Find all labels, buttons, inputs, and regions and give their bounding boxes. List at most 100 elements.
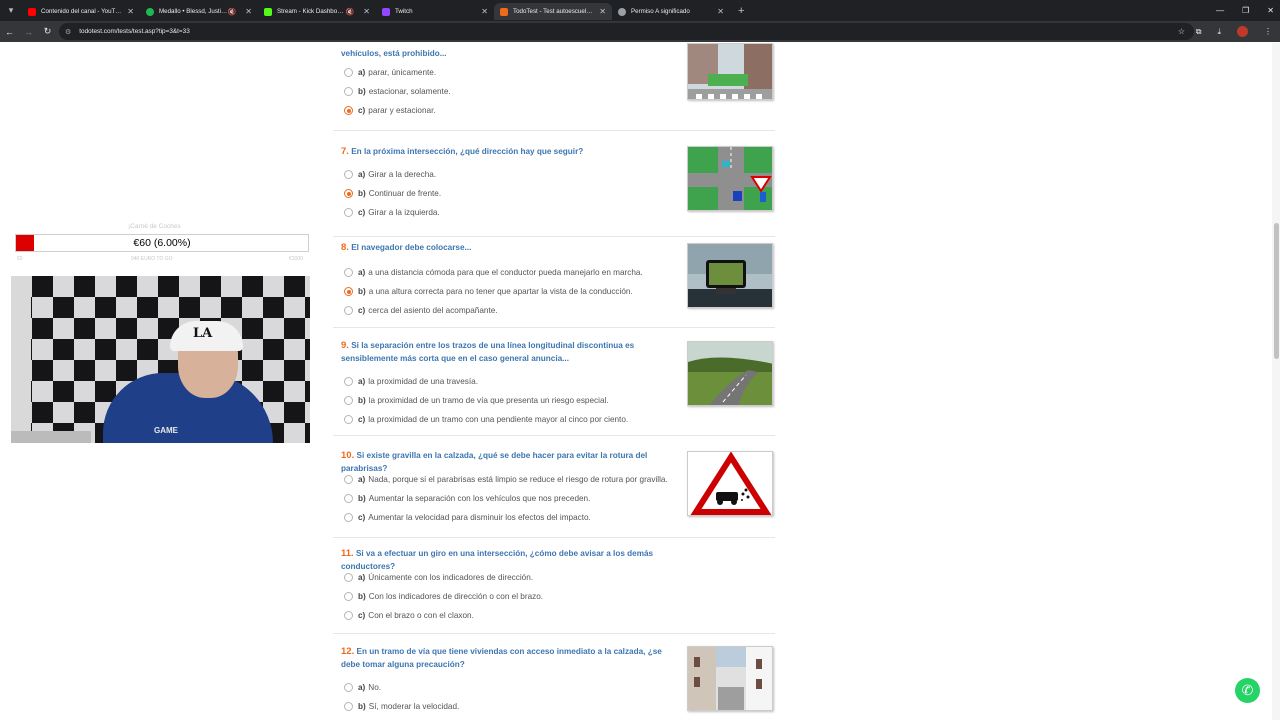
- extensions-icon[interactable]: ⧉: [1196, 27, 1202, 37]
- answer-option[interactable]: a) parar, únicamente.: [344, 68, 436, 77]
- answer-radio[interactable]: [344, 106, 353, 115]
- answer-radio[interactable]: [344, 208, 353, 217]
- answer-option[interactable]: a) la proximidad de una travesía.: [344, 377, 478, 386]
- answer-option[interactable]: c) Aumentar la velocidad para disminuir l…: [344, 513, 591, 522]
- close-icon[interactable]: ✕: [245, 7, 252, 16]
- answer-option[interactable]: c) parar y estacionar.: [344, 106, 436, 115]
- answer-option[interactable]: b) a una altura correcta para no tener qu…: [344, 287, 633, 296]
- answer-option[interactable]: b) Sí, moderar la velocidad.: [344, 702, 459, 711]
- answer-text: Aumentar la velocidad para disminuir los…: [368, 513, 591, 522]
- answer-radio[interactable]: [344, 592, 353, 601]
- profile-avatar[interactable]: [1237, 26, 1248, 37]
- answer-text: a una distancia cómoda para que el condu…: [368, 268, 643, 277]
- question-block: 9. Si la separación entre los trazos de …: [333, 340, 775, 436]
- answer-letter: c): [358, 415, 366, 424]
- answer-option[interactable]: b) Continuar de frente.: [344, 189, 441, 198]
- question-number: 10.: [341, 450, 355, 461]
- answer-option[interactable]: c) Girar a la izquierda.: [344, 208, 440, 217]
- new-tab-icon[interactable]: +: [738, 5, 744, 17]
- answer-option[interactable]: a) Nada, porque si el parabrisas está lim…: [344, 475, 668, 484]
- intersection-diagram: [687, 146, 773, 211]
- back-icon[interactable]: ←: [0, 27, 19, 37]
- mute-icon[interactable]: 🔇: [228, 8, 237, 16]
- tab-youtube[interactable]: Contenido del canal - YouTube ✕: [22, 3, 140, 20]
- close-icon[interactable]: ✕: [481, 7, 488, 16]
- question-number: 11.: [341, 548, 354, 559]
- whatsapp-chat-button[interactable]: ✆: [1235, 678, 1260, 703]
- minimize-icon[interactable]: —: [1216, 6, 1224, 15]
- answer-option[interactable]: a) Girar a la derecha.: [344, 170, 436, 179]
- answer-letter: a): [358, 68, 366, 77]
- question-block: 11. Si va a efectuar un giro en una inte…: [333, 548, 775, 634]
- answer-radio[interactable]: [344, 415, 353, 424]
- tab-search-icon[interactable]: ▾: [0, 0, 22, 21]
- bookmark-star-icon[interactable]: ☆: [1178, 27, 1185, 36]
- question-label: Si existe gravilla en la calzada, ¿qué s…: [341, 451, 648, 473]
- url-text: todotest.com/tests/test.asp?tip=3&t=33: [79, 28, 190, 35]
- kick-icon: [264, 7, 272, 16]
- page-scrollbar[interactable]: [1272, 43, 1280, 720]
- answer-radio[interactable]: [344, 268, 353, 277]
- question-label: El navegador debe colocarse...: [351, 243, 472, 252]
- answer-option[interactable]: c) Con el brazo o con el claxon.: [344, 611, 474, 620]
- answer-option[interactable]: a) No.: [344, 683, 381, 692]
- youtube-icon: [28, 7, 36, 16]
- answer-radio[interactable]: [344, 306, 353, 315]
- answer-letter: b): [358, 287, 366, 296]
- downloads-icon[interactable]: ⤓: [1217, 27, 1221, 37]
- window-close-icon[interactable]: ✕: [1267, 6, 1274, 15]
- address-bar[interactable]: ⚙ todotest.com/tests/test.asp?tip=3&t=33…: [59, 23, 1194, 40]
- answer-option[interactable]: b) la proximidad de un tramo de vía que p…: [344, 396, 609, 405]
- maximize-icon[interactable]: ❐: [1242, 6, 1249, 15]
- answer-option[interactable]: b) Con los indicadores de dirección o con…: [344, 592, 543, 601]
- answer-option[interactable]: a) Únicamente con los indicadores de dire…: [344, 573, 533, 582]
- answer-radio[interactable]: [344, 702, 353, 711]
- question-text: 8. El navegador debe colocarse...: [341, 242, 671, 255]
- answer-letter: a): [358, 573, 366, 582]
- tab-permiso[interactable]: Permiso A significado ✕: [612, 3, 730, 20]
- answer-radio[interactable]: [344, 573, 353, 582]
- tab-spotify[interactable]: Medallo • Blessd, Justin Qu... 🔇 ✕: [140, 3, 258, 20]
- globe-icon: [618, 7, 626, 16]
- answer-radio[interactable]: [344, 377, 353, 386]
- answer-text: la proximidad de un tramo de vía que pre…: [368, 396, 609, 405]
- question-text: 12. En un tramo de vía que tiene viviend…: [341, 646, 671, 671]
- answer-radio[interactable]: [344, 475, 353, 484]
- answer-text: Continuar de frente.: [368, 189, 442, 198]
- answer-radio[interactable]: [344, 683, 353, 692]
- answer-radio[interactable]: [344, 494, 353, 503]
- scrollbar-thumb[interactable]: [1274, 223, 1279, 359]
- tab-todotest[interactable]: TodoTest - Test autoescuela gra... ✕: [494, 3, 612, 20]
- answer-option[interactable]: c) cerca del asiento del acompañante.: [344, 306, 498, 315]
- close-icon[interactable]: ✕: [127, 7, 134, 16]
- close-icon[interactable]: ✕: [363, 7, 370, 16]
- answer-text: Sí, moderar la velocidad.: [368, 702, 460, 711]
- answer-radio[interactable]: [344, 513, 353, 522]
- answer-option[interactable]: c) la proximidad de un tramo con una pend…: [344, 415, 628, 424]
- forward-icon[interactable]: →: [19, 27, 38, 37]
- site-info-icon[interactable]: ⚙: [65, 28, 71, 36]
- answer-option[interactable]: b) estacionar, solamente.: [344, 87, 451, 96]
- answer-option[interactable]: b) Aumentar la separación con los vehícul…: [344, 494, 590, 503]
- answer-radio[interactable]: [344, 189, 353, 198]
- webcam-overlay: LA GAME: [11, 276, 310, 443]
- answer-letter: c): [358, 208, 366, 217]
- answer-radio[interactable]: [344, 68, 353, 77]
- goal-amount: €60 (6.00%): [133, 237, 191, 249]
- close-icon[interactable]: ✕: [599, 7, 606, 16]
- narrow-village-street-photo: [687, 646, 773, 711]
- reload-icon[interactable]: ↻: [38, 26, 57, 37]
- answer-text: estacionar, solamente.: [368, 87, 451, 96]
- menu-icon[interactable]: ⋮: [1264, 27, 1272, 36]
- answer-option[interactable]: a) a una distancia cómoda para que el con…: [344, 268, 643, 277]
- answer-radio[interactable]: [344, 287, 353, 296]
- answer-radio[interactable]: [344, 87, 353, 96]
- answer-letter: c): [358, 611, 366, 620]
- answer-radio[interactable]: [344, 611, 353, 620]
- tab-kick[interactable]: Stream - Kick Dashboard 🔇 ✕: [258, 3, 376, 20]
- close-icon[interactable]: ✕: [717, 7, 724, 16]
- tab-twitch[interactable]: Twitch ✕: [376, 3, 494, 20]
- answer-radio[interactable]: [344, 170, 353, 179]
- answer-radio[interactable]: [344, 396, 353, 405]
- mute-icon[interactable]: 🔇: [346, 8, 355, 16]
